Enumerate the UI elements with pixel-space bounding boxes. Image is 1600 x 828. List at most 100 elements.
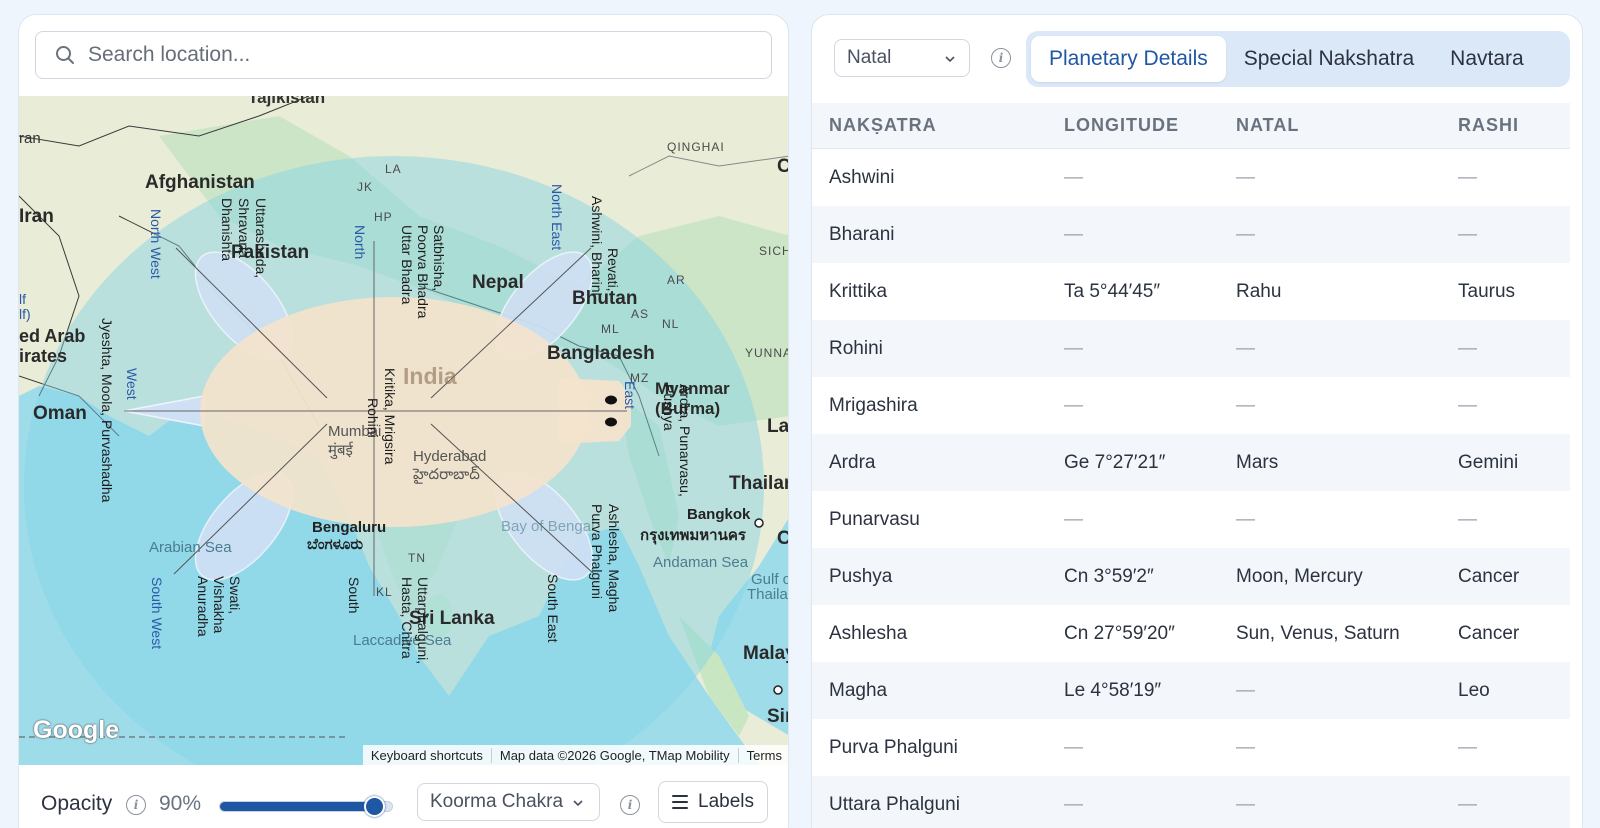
map-label-country: Tajikistan — [248, 96, 326, 107]
table-row[interactable]: Purva Phalguni — — — — [812, 719, 1570, 776]
nakshatra-label: Kritika, Mrigsira — [382, 368, 398, 465]
map-attribution: Keyboard shortcuts Map data ©2026 Google… — [362, 745, 788, 765]
tab-special-nakshatra[interactable]: Special Nakshatra — [1226, 36, 1432, 82]
cell-natal: Mars — [1236, 451, 1279, 473]
info-icon[interactable]: i — [991, 48, 1011, 68]
chakra-select[interactable]: Koorma Chakra — [417, 783, 600, 821]
map-label-sea: Arabian Sea — [149, 539, 232, 556]
table-row[interactable]: Ashlesha Cn 27°59′20″ Sun, Venus, Saturn Ca… — [812, 605, 1570, 662]
map-label-country: Oman — [33, 403, 87, 424]
info-icon[interactable]: i — [126, 795, 146, 815]
nakshatra-label-direction: East — [622, 381, 638, 410]
cell-natal: — — [1236, 394, 1255, 416]
map-label-country: Nepal — [472, 272, 524, 293]
menu-icon — [672, 795, 688, 809]
table-row[interactable]: Ardra Ge 7°27′21″ Mars Gemini — [812, 434, 1570, 491]
cell-nakshatra: Krittika — [829, 280, 888, 302]
keyboard-shortcuts-link[interactable]: Keyboard shortcuts — [363, 748, 491, 763]
cell-natal: — — [1236, 337, 1255, 359]
planetary-table: NAKṢATRA LONGITUDE NATAL RASHI Ashwini — —… — [812, 103, 1570, 828]
map-label-region: YUNNA — [745, 346, 789, 360]
cell-rashi: — — [1458, 166, 1477, 188]
table-row[interactable]: Rohini — — — — [812, 320, 1570, 377]
cell-rashi: — — [1458, 508, 1477, 530]
map-label-city: హైదరాబాద్ — [413, 466, 480, 483]
column-header-rashi[interactable]: RASHI — [1458, 115, 1519, 136]
cell-longitude: Le 4°58′19″ — [1064, 679, 1162, 701]
table-row[interactable]: Magha Le 4°58′19″ — Leo — [812, 662, 1570, 719]
table-row[interactable]: Ashwini — — — — [812, 149, 1570, 206]
map-label-region: TN — [408, 551, 426, 565]
mode-select[interactable]: Natal — [834, 39, 970, 77]
opacity-slider[interactable] — [219, 796, 393, 817]
cell-nakshatra: Bharani — [829, 223, 895, 245]
nakshatra-label: Ashwini, Bharini — [589, 196, 605, 296]
column-header-natal[interactable]: NATAL — [1236, 115, 1299, 136]
cell-rashi: — — [1458, 736, 1477, 758]
nakshatra-label: Satbhisha, — [431, 225, 447, 292]
cell-rashi: Gemini — [1458, 451, 1519, 473]
cell-nakshatra: Uttara Phalguni — [829, 793, 960, 815]
opacity-slider-fill — [220, 802, 375, 811]
cell-longitude: — — [1064, 223, 1083, 245]
table-row[interactable]: Krittika Ta 5°44′45″ Rahu Taurus — [812, 263, 1570, 320]
cell-nakshatra: Ashwini — [829, 166, 895, 188]
search-box[interactable] — [35, 31, 772, 79]
cell-natal: — — [1236, 736, 1255, 758]
cell-longitude: Cn 3°59′2″ — [1064, 565, 1154, 587]
terms-link[interactable]: Terms — [737, 747, 788, 763]
map-label-country: Afghanistan — [145, 172, 255, 193]
map-label-country: ran — [19, 130, 41, 147]
cell-nakshatra: Purva Phalguni — [829, 736, 958, 758]
column-header-longitude[interactable]: LONGITUDE — [1064, 115, 1179, 136]
cell-longitude: — — [1064, 736, 1083, 758]
nakshatra-label-direction: South East — [545, 574, 561, 643]
cell-longitude: — — [1064, 166, 1083, 188]
nakshatra-label: Purva Phalguni — [589, 504, 605, 599]
cell-nakshatra: Rohini — [829, 337, 883, 359]
nakshatra-label: Pushya — [661, 384, 677, 431]
nakshatra-label-direction: South — [346, 577, 362, 614]
opacity-slider-thumb[interactable] — [364, 796, 385, 817]
cell-longitude: Cn 27°59′20″ — [1064, 622, 1175, 644]
chakra-select-value: Koorma Chakra — [430, 791, 564, 812]
cell-longitude: Ta 5°44′45″ — [1064, 280, 1161, 302]
nakshatra-label: Anuradha — [195, 576, 211, 637]
cell-natal: — — [1236, 223, 1255, 245]
cell-nakshatra: Ardra — [829, 451, 876, 473]
cell-rashi: Cancer — [1458, 565, 1520, 587]
nakshatra-label: Revati, — [605, 248, 621, 292]
map-label-city: ಬೆಂಗಳೂರು — [307, 536, 364, 553]
cell-longitude: Ge 7°27′21″ — [1064, 451, 1166, 473]
cell-nakshatra: Magha — [829, 679, 888, 701]
map[interactable]: Tajikistan Afghanistan Iran ran Pakistan… — [19, 96, 789, 765]
tab-planetary-details[interactable]: Planetary Details — [1031, 36, 1226, 82]
map-data-text: Map data ©2026 Google, TMap Mobility — [490, 747, 738, 763]
tab-navtara[interactable]: Navtara — [1432, 36, 1542, 82]
search-input[interactable] — [88, 43, 728, 67]
cell-nakshatra: Mrigashira — [829, 394, 918, 416]
map-label-country: India — [403, 363, 457, 389]
nakshatra-label: Poorva Bhadra — [415, 225, 431, 319]
table-row[interactable]: Punarvasu — — — — [812, 491, 1570, 548]
nakshatra-label-direction: West — [124, 368, 140, 400]
table-row[interactable]: Bharani — — — — [812, 206, 1570, 263]
table-row[interactable]: Mrigashira — — — — [812, 377, 1570, 434]
table-header: NAKṢATRA LONGITUDE NATAL RASHI — [812, 103, 1570, 149]
nakshatra-label: Uttarashada, — [253, 198, 269, 279]
table-row[interactable]: Pushya Cn 3°59′2″ Moon, Mercury Cancer — [812, 548, 1570, 605]
nakshatra-label: Uttarphalguni, — [415, 577, 431, 665]
map-label-sea: lf — [19, 291, 26, 307]
cell-rashi: Leo — [1458, 679, 1490, 701]
cell-longitude: — — [1064, 394, 1083, 416]
nakshatra-label: Vishakha — [211, 576, 227, 634]
labels-button[interactable]: Labels — [658, 781, 768, 823]
table-row[interactable]: Uttara Phalguni — — — — [812, 776, 1570, 828]
info-icon[interactable]: i — [620, 795, 640, 815]
map-controls: Opacity i 90% Koorma Chakra i Labels — [19, 775, 788, 828]
column-header-nakshatra[interactable]: NAKṢATRA — [829, 115, 937, 136]
tab-bar: Planetary Details Special Nakshatra Navt… — [1026, 31, 1570, 87]
map-label-region: AR — [667, 273, 686, 287]
search-icon — [54, 44, 76, 66]
map-label-city: Hyderabad — [413, 448, 487, 465]
